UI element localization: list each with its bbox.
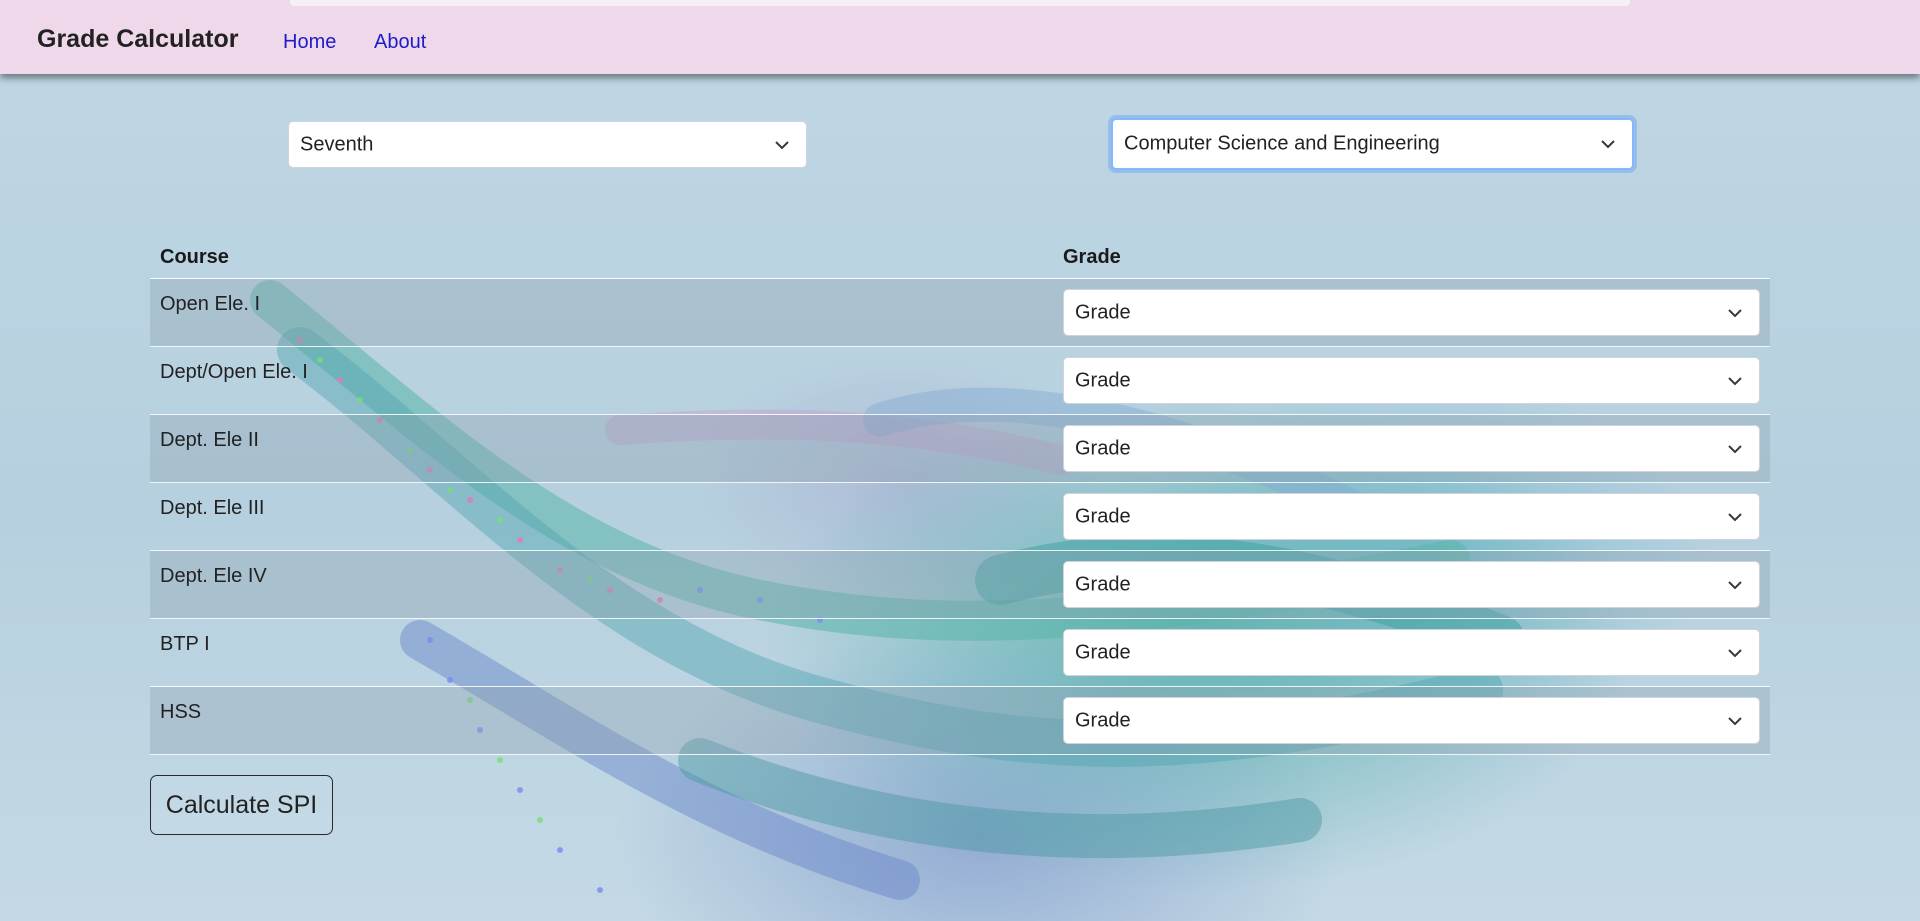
table-row: Dept. Ele IV Grade xyxy=(150,551,1770,619)
table-row: BTP I Grade xyxy=(150,619,1770,687)
grade-select-value: Grade xyxy=(1075,437,1131,459)
grade-select-value: Grade xyxy=(1075,709,1131,731)
semester-select-value: Seventh xyxy=(300,133,374,155)
course-name: BTP I xyxy=(160,633,210,655)
nav-link-home[interactable]: Home xyxy=(283,31,336,54)
courses-table: Course Grade Open Ele. I Grade Dept/Open… xyxy=(150,232,1770,755)
column-header-grade: Grade xyxy=(1063,246,1121,268)
table-row: Dept/Open Ele. I Grade xyxy=(150,347,1770,415)
column-header-course: Course xyxy=(160,246,229,268)
semester-select[interactable]: Seventh xyxy=(288,121,807,168)
course-name: Dept. Ele IV xyxy=(160,565,267,587)
table-row: HSS Grade xyxy=(150,687,1770,755)
grade-select-value: Grade xyxy=(1075,301,1131,323)
chevron-down-icon xyxy=(1728,716,1742,725)
grade-select[interactable]: Grade xyxy=(1063,357,1760,404)
chevron-down-icon xyxy=(1728,444,1742,453)
browser-top-strip xyxy=(290,0,1630,6)
chevron-down-icon xyxy=(1728,308,1742,317)
branch-select-value: Computer Science and Engineering xyxy=(1124,132,1440,155)
table-row: Open Ele. I Grade xyxy=(150,279,1770,347)
grade-select-value: Grade xyxy=(1075,641,1131,663)
chevron-down-icon xyxy=(775,140,789,149)
grade-select[interactable]: Grade xyxy=(1063,561,1760,608)
grade-select[interactable]: Grade xyxy=(1063,425,1760,472)
chevron-down-icon xyxy=(1728,376,1742,385)
course-name: Dept. Ele III xyxy=(160,497,265,519)
branch-select[interactable]: Computer Science and Engineering xyxy=(1111,118,1634,170)
grade-select[interactable]: Grade xyxy=(1063,493,1760,540)
calculate-spi-button[interactable]: Calculate SPI xyxy=(150,775,333,835)
nav-link-about[interactable]: About xyxy=(374,31,426,54)
grade-select-value: Grade xyxy=(1075,369,1131,391)
table-header: Course Grade xyxy=(150,232,1770,279)
brand-title[interactable]: Grade Calculator xyxy=(37,25,238,54)
grade-select-value: Grade xyxy=(1075,505,1131,527)
chevron-down-icon xyxy=(1601,140,1615,149)
chevron-down-icon xyxy=(1728,512,1742,521)
course-name: Open Ele. I xyxy=(160,293,261,315)
navbar: Grade Calculator Home About xyxy=(0,0,1920,74)
course-name: HSS xyxy=(160,701,202,723)
chevron-down-icon xyxy=(1728,648,1742,657)
table-row: Dept. Ele II Grade xyxy=(150,415,1770,483)
chevron-down-icon xyxy=(1728,580,1742,589)
course-name: Dept/Open Ele. I xyxy=(160,361,308,383)
course-name: Dept. Ele II xyxy=(160,429,259,451)
grade-select[interactable]: Grade xyxy=(1063,629,1760,676)
grade-select-value: Grade xyxy=(1075,573,1131,595)
grade-select[interactable]: Grade xyxy=(1063,697,1760,744)
table-row: Dept. Ele III Grade xyxy=(150,483,1770,551)
grade-select[interactable]: Grade xyxy=(1063,289,1760,336)
